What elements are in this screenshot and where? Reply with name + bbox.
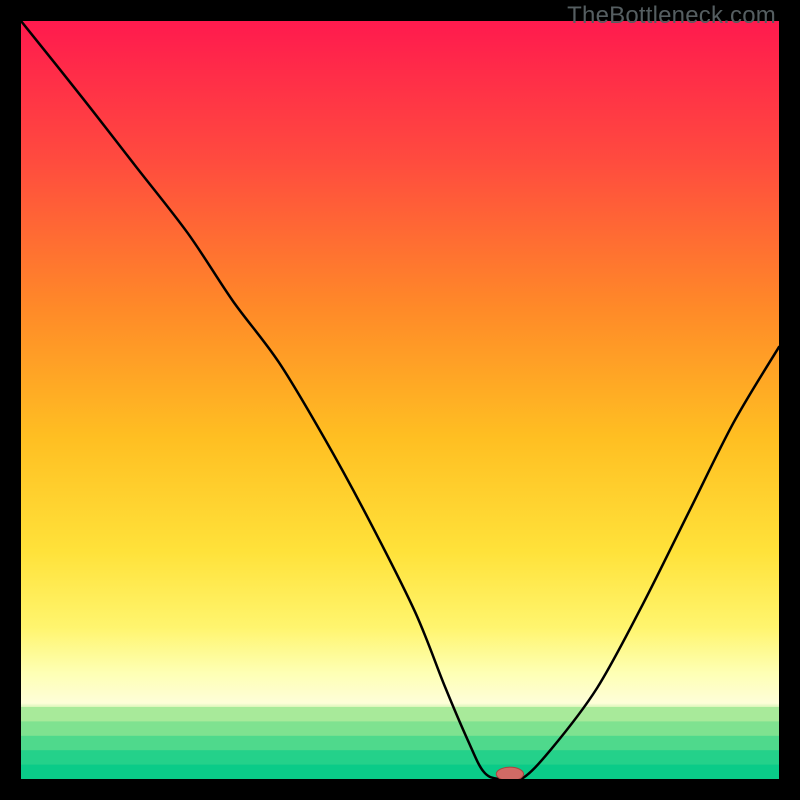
green-band — [21, 721, 779, 736]
optimal-marker — [496, 767, 523, 779]
chart-frame: TheBottleneck.com — [0, 0, 800, 800]
green-band — [21, 707, 779, 722]
plot-area — [21, 21, 779, 779]
green-band — [21, 736, 779, 751]
green-stripe-bands — [21, 707, 779, 779]
green-band — [21, 750, 779, 765]
green-band — [21, 765, 779, 779]
chart-svg — [21, 21, 779, 779]
gradient-background — [21, 21, 779, 779]
